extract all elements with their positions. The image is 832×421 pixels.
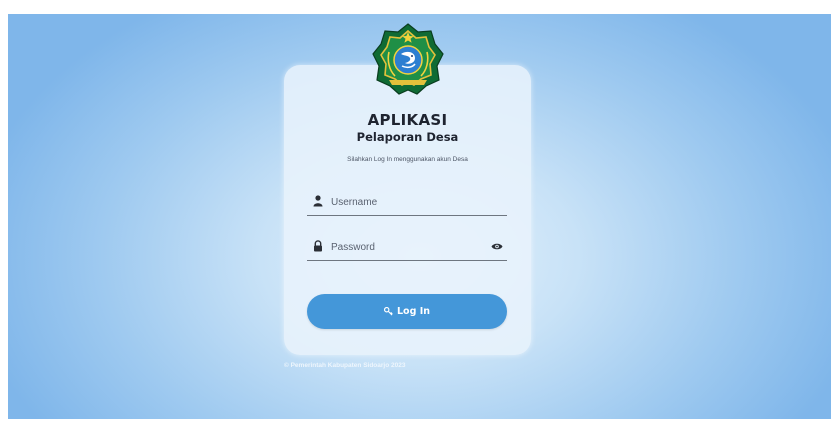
password-field (307, 236, 507, 261)
eye-icon[interactable] (491, 242, 503, 251)
user-icon (313, 195, 323, 207)
login-hint: Silahkan Log In menggunakan akun Desa (347, 156, 468, 163)
app-subtitle: Pelaporan Desa (356, 130, 459, 144)
lock-icon (314, 240, 322, 252)
login-button[interactable]: Log In (307, 294, 507, 329)
copyright-footer: © Pemerintah Kabupaten Sidoarjo 2023 (284, 362, 406, 369)
key-icon (384, 307, 393, 316)
login-screen: APLIKASI Pelaporan Desa Silahkan Log In … (8, 14, 831, 419)
password-input[interactable] (331, 237, 481, 257)
login-button-label: Log In (397, 306, 430, 317)
username-input[interactable] (331, 192, 481, 212)
username-field (307, 191, 507, 216)
app-title: APLIKASI (367, 111, 448, 129)
sidoarjo-emblem-logo (372, 23, 444, 95)
login-card: APLIKASI Pelaporan Desa Silahkan Log In … (284, 65, 531, 355)
